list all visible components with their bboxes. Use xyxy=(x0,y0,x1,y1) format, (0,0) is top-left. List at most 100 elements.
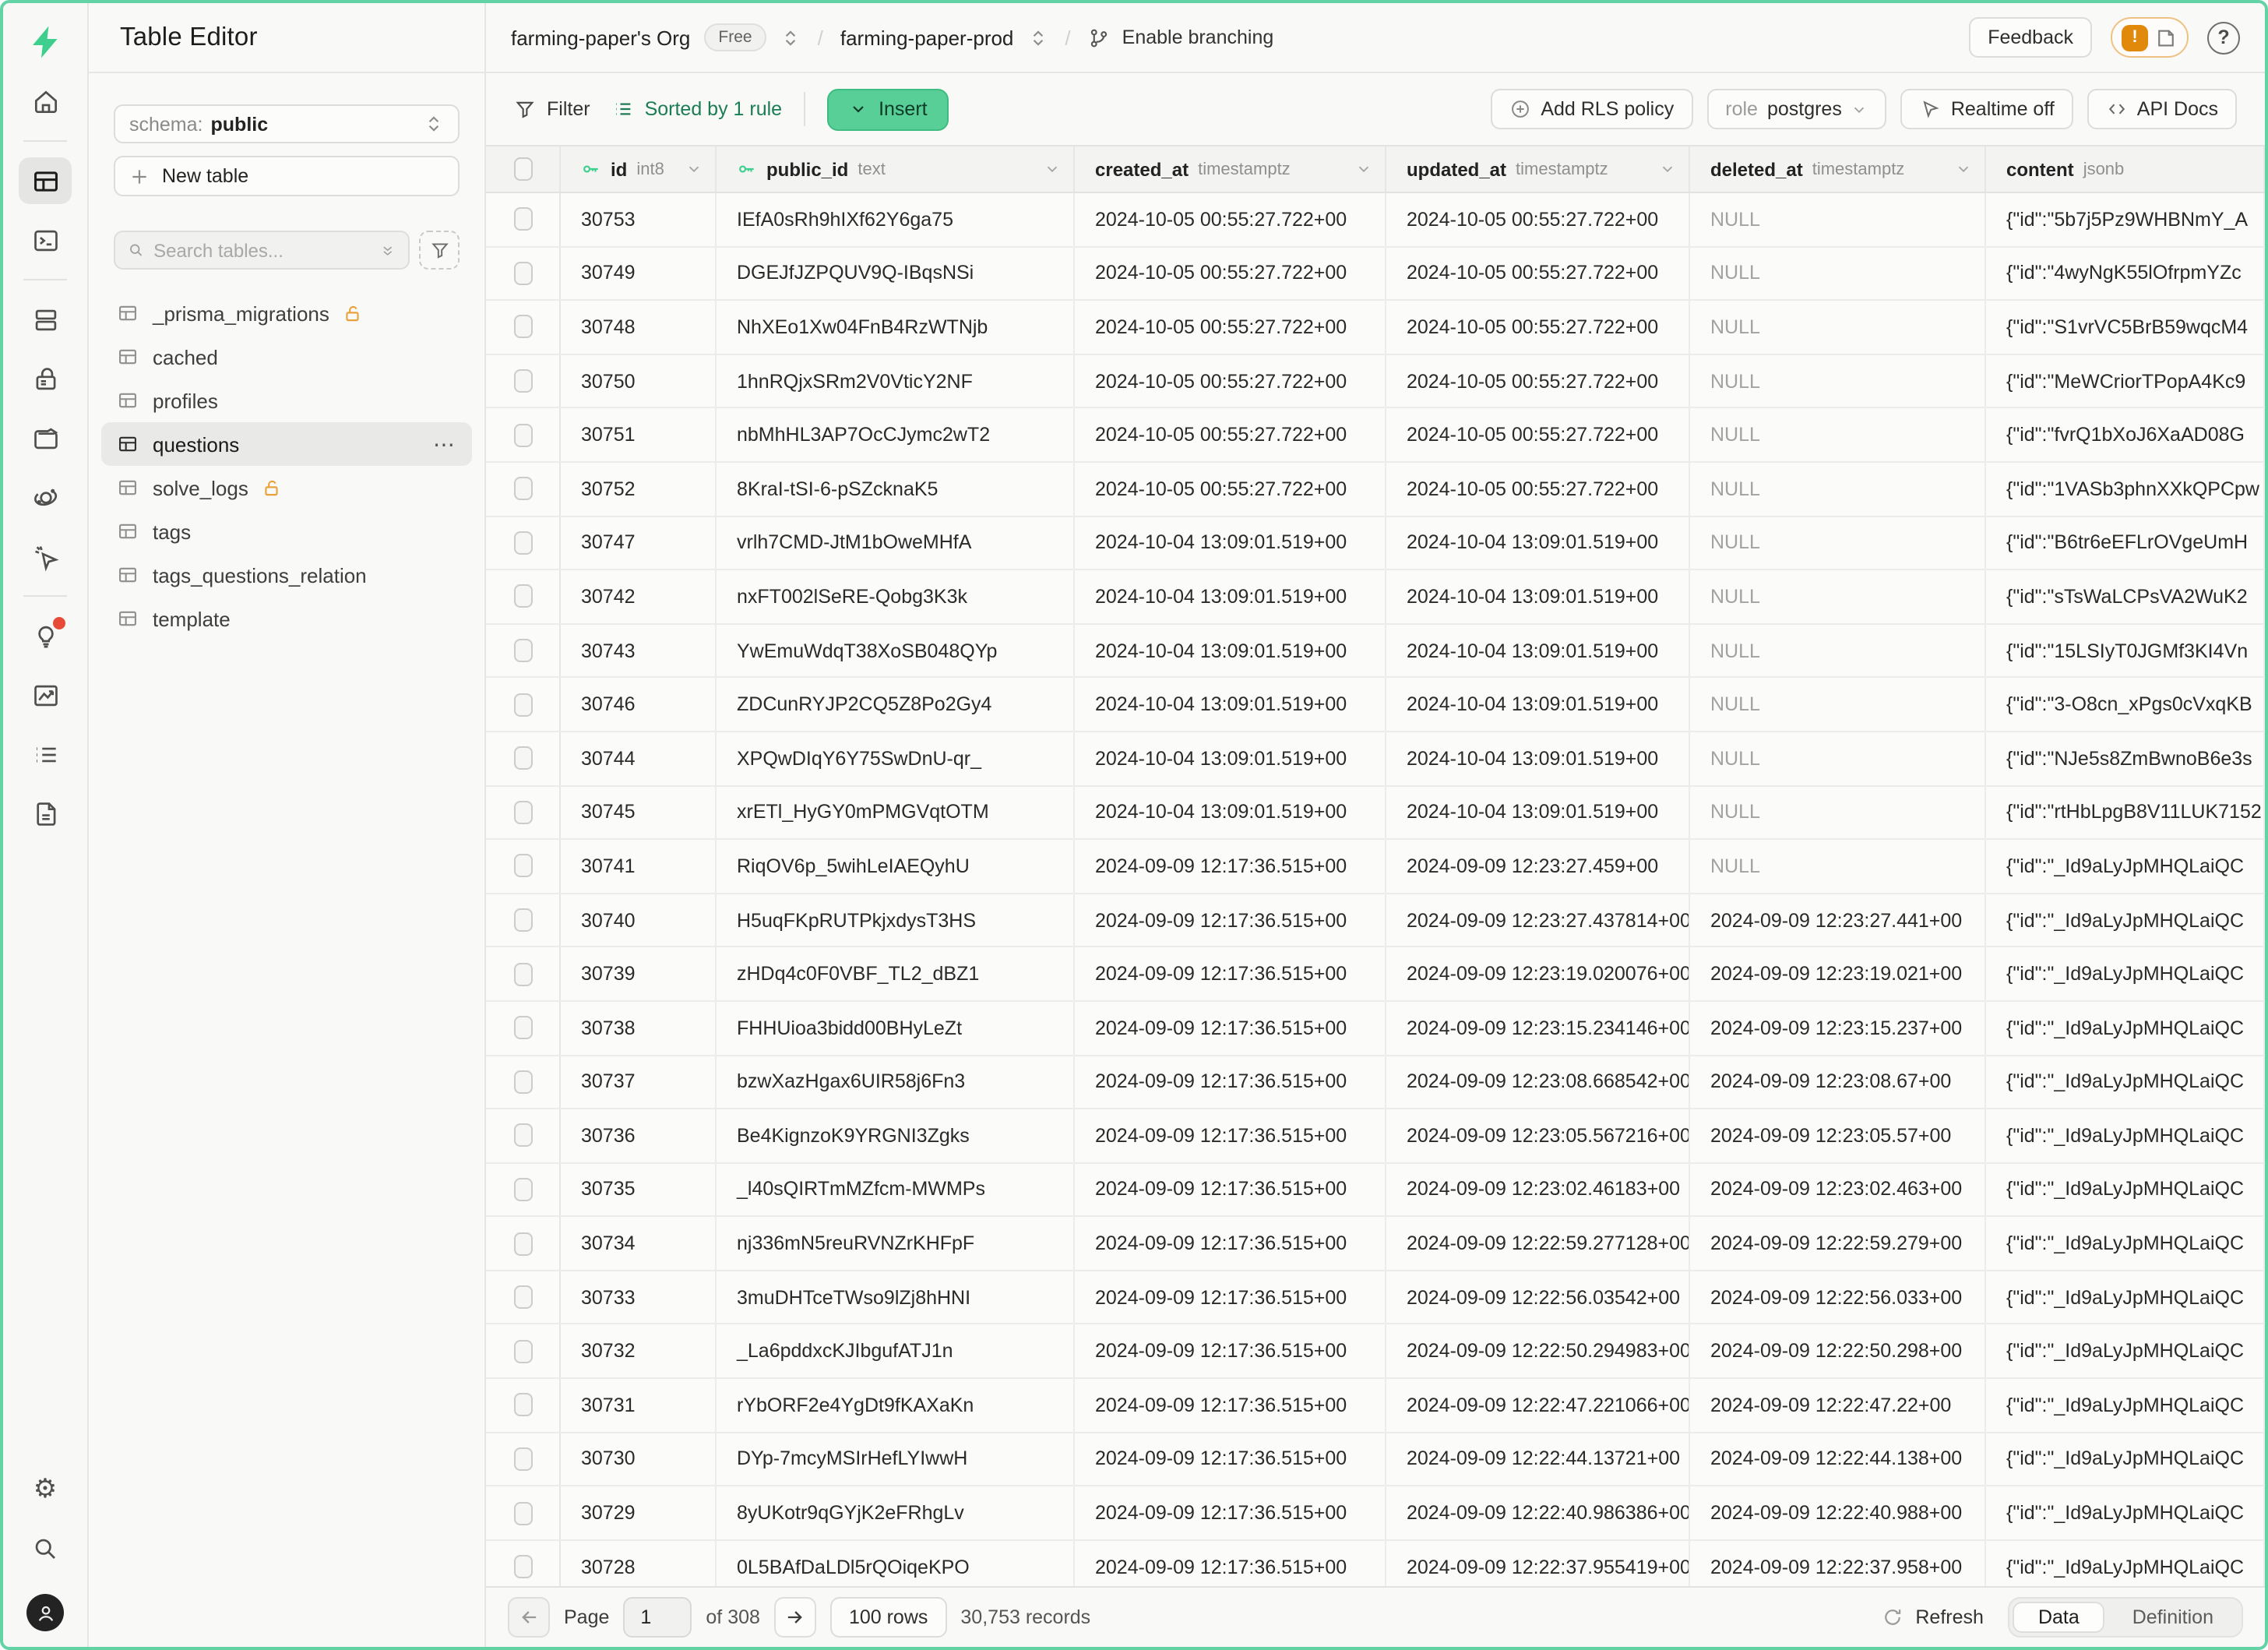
cell-public_id[interactable]: YwEmuWdqT38XoSB048QYp xyxy=(717,625,1075,677)
cell-public_id[interactable]: DYp-7mcyMSIrHefLYIwwH xyxy=(717,1433,1075,1485)
cell-deleted_at[interactable]: NULL xyxy=(1690,679,1986,731)
cell-content[interactable]: {"id":"rtHbLpgB8V11LUK7152 xyxy=(1986,786,2265,838)
cell-updated_at[interactable]: 2024-09-09 12:22:59.277128+00 xyxy=(1386,1218,1690,1270)
sort-button[interactable]: Sorted by 1 rule xyxy=(612,98,783,120)
rail-advisors-icon[interactable] xyxy=(19,612,72,659)
cell-created_at[interactable]: 2024-10-04 13:09:01.519+00 xyxy=(1075,517,1386,569)
rail-home-icon[interactable] xyxy=(19,78,72,125)
row-checkbox[interactable] xyxy=(513,746,532,770)
rail-realtime-icon[interactable] xyxy=(19,533,72,580)
cell-id[interactable]: 30735 xyxy=(561,1163,717,1215)
cell-content[interactable]: {"id":"_Id9aLyJpMHQLaiQC xyxy=(1986,1109,2265,1162)
cell-updated_at[interactable]: 2024-10-05 00:55:27.722+00 xyxy=(1386,301,1690,353)
cell-created_at[interactable]: 2024-09-09 12:17:36.515+00 xyxy=(1075,1379,1386,1431)
cell-content[interactable]: {"id":"4wyNgK55lOfrpmYZc xyxy=(1986,247,2265,299)
new-table-button[interactable]: New table xyxy=(114,156,460,196)
cell-updated_at[interactable]: 2024-10-05 00:55:27.722+00 xyxy=(1386,463,1690,515)
cell-updated_at[interactable]: 2024-09-09 12:22:40.986386+00 xyxy=(1386,1487,1690,1539)
sidebar-table-cached[interactable]: cached xyxy=(101,335,472,379)
cell-created_at[interactable]: 2024-09-09 12:17:36.515+00 xyxy=(1075,1002,1386,1054)
cell-public_id[interactable]: xrETl_HyGY0mPMGVqtOTM xyxy=(717,786,1075,838)
cell-content[interactable]: {"id":"5b7j5Pz9WHBNmY_A xyxy=(1986,193,2265,245)
cell-deleted_at[interactable]: 2024-09-09 12:22:37.958+00 xyxy=(1690,1541,1986,1586)
cell-created_at[interactable]: 2024-10-04 13:09:01.519+00 xyxy=(1075,625,1386,677)
cell-id[interactable]: 30731 xyxy=(561,1379,717,1431)
cell-public_id[interactable]: 3muDHTceTWso9lZj8hHNI xyxy=(717,1271,1075,1324)
cell-id[interactable]: 30741 xyxy=(561,840,717,892)
cell-content[interactable]: {"id":"_Id9aLyJpMHQLaiQC xyxy=(1986,1541,2265,1586)
cell-public_id[interactable]: nbMhHL3AP7OcCJymc2wT2 xyxy=(717,409,1075,461)
cell-public_id[interactable]: Be4KignzoK9YRGNI3Zgks xyxy=(717,1109,1075,1162)
cell-deleted_at[interactable]: 2024-09-09 12:23:27.441+00 xyxy=(1690,894,1986,946)
filter-tables-button[interactable] xyxy=(419,231,460,270)
cell-deleted_at[interactable]: NULL xyxy=(1690,301,1986,353)
cell-created_at[interactable]: 2024-09-09 12:17:36.515+00 xyxy=(1075,840,1386,892)
sidebar-table-tags_questions_relation[interactable]: tags_questions_relation xyxy=(101,553,472,597)
cell-created_at[interactable]: 2024-10-04 13:09:01.519+00 xyxy=(1075,786,1386,838)
row-checkbox[interactable] xyxy=(513,208,532,231)
cell-id[interactable]: 30739 xyxy=(561,948,717,1000)
previous-page-button[interactable] xyxy=(508,1597,550,1638)
sidebar-table-solve_logs[interactable]: solve_logs xyxy=(101,466,472,509)
cell-public_id[interactable]: IEfA0sRh9hIXf62Y6ga75 xyxy=(717,193,1075,245)
row-checkbox[interactable] xyxy=(513,369,532,393)
cell-id[interactable]: 30750 xyxy=(561,355,717,407)
feedback-button[interactable]: Feedback xyxy=(1969,17,2092,58)
column-header-deleted_at[interactable]: deleted_attimestamptz xyxy=(1690,146,1986,192)
cell-id[interactable]: 30748 xyxy=(561,301,717,353)
row-checkbox[interactable] xyxy=(513,1394,532,1417)
cell-created_at[interactable]: 2024-10-05 00:55:27.722+00 xyxy=(1075,301,1386,353)
cell-public_id[interactable]: RiqOV6p_5wihLeIAEQyhU xyxy=(717,840,1075,892)
row-checkbox[interactable] xyxy=(513,531,532,555)
cell-content[interactable]: {"id":"_Id9aLyJpMHQLaiQC xyxy=(1986,948,2265,1000)
cell-updated_at[interactable]: 2024-10-05 00:55:27.722+00 xyxy=(1386,193,1690,245)
notifications-button[interactable]: ! xyxy=(2111,17,2189,58)
cell-created_at[interactable]: 2024-10-05 00:55:27.722+00 xyxy=(1075,193,1386,245)
tab-definition[interactable]: Definition xyxy=(2108,1602,2238,1633)
cell-updated_at[interactable]: 2024-09-09 12:22:47.221066+00 xyxy=(1386,1379,1690,1431)
refresh-button[interactable]: Refresh xyxy=(1881,1606,1984,1628)
cell-created_at[interactable]: 2024-09-09 12:17:36.515+00 xyxy=(1075,1325,1386,1377)
cell-content[interactable]: {"id":"NJe5s8ZmBwnoB6e3s xyxy=(1986,732,2265,784)
cell-deleted_at[interactable]: 2024-09-09 12:23:05.57+00 xyxy=(1690,1109,1986,1162)
cell-id[interactable]: 30728 xyxy=(561,1541,717,1586)
insert-button[interactable]: Insert xyxy=(827,88,949,130)
cell-id[interactable]: 30746 xyxy=(561,679,717,731)
row-checkbox[interactable] xyxy=(513,1285,532,1309)
schema-selector[interactable]: schema: public xyxy=(114,104,460,143)
cell-public_id[interactable]: vrlh7CMD-JtM1bOweMHfA xyxy=(717,517,1075,569)
rail-storage-icon[interactable] xyxy=(19,414,72,461)
rail-logs-icon[interactable] xyxy=(19,731,72,777)
chevrons-up-down-icon[interactable] xyxy=(780,27,801,48)
search-tables-field[interactable] xyxy=(114,231,410,270)
column-header-id[interactable]: idint8 xyxy=(561,146,717,192)
cell-created_at[interactable]: 2024-09-09 12:17:36.515+00 xyxy=(1075,1271,1386,1324)
row-checkbox[interactable] xyxy=(513,316,532,339)
cell-created_at[interactable]: 2024-10-04 13:09:01.519+00 xyxy=(1075,570,1386,622)
cell-updated_at[interactable]: 2024-09-09 12:23:15.234146+00 xyxy=(1386,1002,1690,1054)
cell-public_id[interactable]: 8yUKotr9qGYjK2eFRhgLv xyxy=(717,1487,1075,1539)
cell-content[interactable]: {"id":"sTsWaLCPsVA2WuK2 xyxy=(1986,570,2265,622)
cell-id[interactable]: 30749 xyxy=(561,247,717,299)
add-rls-policy-button[interactable]: Add RLS policy xyxy=(1491,89,1692,129)
cell-updated_at[interactable]: 2024-10-05 00:55:27.722+00 xyxy=(1386,247,1690,299)
cell-created_at[interactable]: 2024-10-04 13:09:01.519+00 xyxy=(1075,679,1386,731)
enable-branching-button[interactable]: Enable branching xyxy=(1088,26,1274,49)
api-docs-button[interactable]: API Docs xyxy=(2087,89,2237,129)
cell-created_at[interactable]: 2024-09-09 12:17:36.515+00 xyxy=(1075,1218,1386,1270)
rail-sql-editor-icon[interactable] xyxy=(19,217,72,263)
cell-id[interactable]: 30743 xyxy=(561,625,717,677)
row-checkbox[interactable] xyxy=(513,639,532,662)
cell-deleted_at[interactable]: NULL xyxy=(1690,463,1986,515)
cell-created_at[interactable]: 2024-09-09 12:17:36.515+00 xyxy=(1075,1056,1386,1108)
cell-content[interactable]: {"id":"_Id9aLyJpMHQLaiQC xyxy=(1986,1325,2265,1377)
cell-updated_at[interactable]: 2024-09-09 12:23:19.020076+00 xyxy=(1386,948,1690,1000)
cell-public_id[interactable]: zHDq4c0F0VBF_TL2_dBZ1 xyxy=(717,948,1075,1000)
cell-id[interactable]: 30737 xyxy=(561,1056,717,1108)
cell-content[interactable]: {"id":"_Id9aLyJpMHQLaiQC xyxy=(1986,1218,2265,1270)
cell-id[interactable]: 30734 xyxy=(561,1218,717,1270)
cell-id[interactable]: 30751 xyxy=(561,409,717,461)
cell-public_id[interactable]: _l40sQIRTmMZfcm-MWMPs xyxy=(717,1163,1075,1215)
cell-deleted_at[interactable]: 2024-09-09 12:22:59.279+00 xyxy=(1690,1218,1986,1270)
cell-updated_at[interactable]: 2024-09-09 12:23:27.437814+00 xyxy=(1386,894,1690,946)
